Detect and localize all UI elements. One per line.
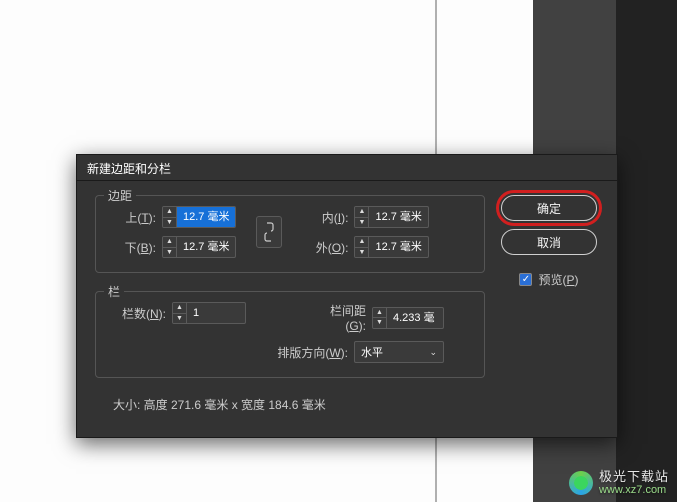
column-count-label: 栏数(N):	[110, 305, 166, 322]
size-readout: 大小: 高度 271.6 毫米 x 宽度 184.6 毫米	[95, 396, 485, 413]
cancel-button[interactable]: 取消	[501, 229, 597, 255]
margin-outer-value[interactable]: 12.7 毫米	[369, 237, 427, 257]
ok-button[interactable]: 确定	[501, 195, 597, 221]
spin-up-icon[interactable]: ▲	[163, 237, 176, 248]
watermark: 极光下载站 www.xz7.com	[569, 470, 669, 496]
margins-group: 边距 上(T): ▲ ▼ 12.7 毫米	[95, 195, 485, 273]
direction-label: 排版方向(W):	[276, 344, 348, 361]
gutter-label: 栏间距(G):	[310, 302, 366, 333]
spin-down-icon[interactable]: ▼	[163, 218, 176, 228]
margin-inner-label: 内(I):	[302, 209, 348, 226]
margin-top-value[interactable]: 12.7 毫米	[177, 207, 235, 227]
watermark-url: www.xz7.com	[599, 484, 669, 496]
margins-group-title: 边距	[104, 187, 136, 204]
margin-outer-input[interactable]: ▲ ▼ 12.7 毫米	[354, 236, 428, 258]
gutter-input[interactable]: ▲ ▼ 4.233 毫	[372, 307, 444, 329]
watermark-logo-icon	[569, 471, 593, 495]
preview-checkbox[interactable]: ✓	[519, 273, 532, 286]
direction-select[interactable]: 水平 ⌄	[354, 341, 444, 363]
margins-columns-dialog: 新建边距和分栏 边距 上(T): ▲ ▼	[76, 154, 618, 438]
spin-up-icon[interactable]: ▲	[355, 237, 368, 248]
direction-value: 水平	[361, 344, 383, 360]
spin-down-icon[interactable]: ▼	[373, 318, 386, 328]
column-count-input[interactable]: ▲ ▼ 1	[172, 302, 246, 324]
column-count-value[interactable]: 1	[187, 303, 245, 323]
margin-bottom-value[interactable]: 12.7 毫米	[177, 237, 235, 257]
margin-bottom-input[interactable]: ▲ ▼ 12.7 毫米	[162, 236, 236, 258]
margin-inner-value[interactable]: 12.7 毫米	[369, 207, 427, 227]
spin-up-icon[interactable]: ▲	[355, 207, 368, 218]
watermark-name: 极光下载站	[599, 470, 669, 484]
columns-group: 栏 栏数(N): ▲ ▼ 1	[95, 291, 485, 378]
dialog-title: 新建边距和分栏	[77, 155, 617, 181]
spin-up-icon[interactable]: ▲	[173, 303, 186, 314]
spin-down-icon[interactable]: ▼	[173, 314, 186, 324]
link-icon	[263, 222, 275, 242]
margin-inner-input[interactable]: ▲ ▼ 12.7 毫米	[354, 206, 428, 228]
margin-top-input[interactable]: ▲ ▼ 12.7 毫米	[162, 206, 236, 228]
link-margins-button[interactable]	[256, 216, 282, 248]
preview-label: 预览(P)	[538, 271, 578, 288]
spin-down-icon[interactable]: ▼	[163, 248, 176, 258]
margin-top-label: 上(T):	[110, 209, 156, 226]
gutter-value[interactable]: 4.233 毫	[387, 308, 443, 328]
columns-group-title: 栏	[104, 283, 124, 300]
margin-outer-label: 外(O):	[302, 239, 348, 256]
margin-bottom-label: 下(B):	[110, 239, 156, 256]
chevron-down-icon: ⌄	[429, 347, 437, 358]
spin-down-icon[interactable]: ▼	[355, 248, 368, 258]
spin-up-icon[interactable]: ▲	[163, 207, 176, 218]
spin-up-icon[interactable]: ▲	[373, 308, 386, 319]
spin-down-icon[interactable]: ▼	[355, 218, 368, 228]
